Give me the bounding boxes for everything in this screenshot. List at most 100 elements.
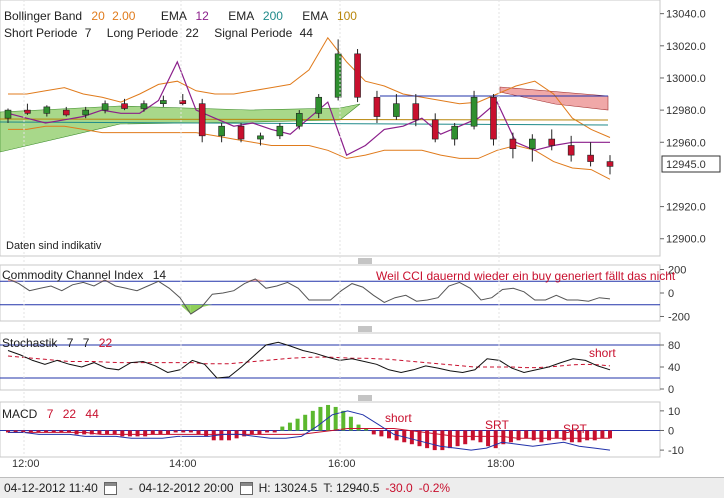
ema-12-value: 12 bbox=[196, 9, 210, 23]
candle-body bbox=[160, 100, 167, 104]
macd-signal: 44 bbox=[85, 407, 99, 421]
candle-body bbox=[82, 109, 89, 116]
candle-body bbox=[62, 109, 70, 116]
candle-body bbox=[4, 109, 12, 119]
calendar-icon[interactable] bbox=[103, 481, 117, 495]
cci-annotation: Weil CCI dauernd wieder ein buy generier… bbox=[376, 269, 676, 283]
stochastic-label: Stochastik bbox=[2, 336, 58, 350]
macd-histogram-bar bbox=[608, 430, 612, 439]
time-tick-label: 16:00 bbox=[328, 458, 356, 470]
macd-annotation: short bbox=[385, 411, 412, 425]
macd-histogram-bar bbox=[249, 430, 254, 435]
signal-period-label: Signal Periode bbox=[214, 26, 292, 40]
splitter-handle[interactable] bbox=[358, 258, 372, 264]
change-value: -30.0 bbox=[385, 481, 413, 495]
candle-body bbox=[43, 106, 51, 114]
macd-histogram-bar bbox=[486, 430, 491, 447]
macd-histogram-bar bbox=[166, 430, 171, 435]
macd-histogram-bar bbox=[455, 430, 460, 447]
macd-histogram-bar bbox=[158, 430, 163, 435]
macd-histogram-bar bbox=[265, 430, 270, 433]
candle-body bbox=[101, 103, 109, 111]
cci-tick-label: 0 bbox=[668, 288, 674, 300]
price-tick-label: 12980.0 bbox=[666, 105, 706, 117]
low-value: T: 12940.5 bbox=[323, 481, 380, 495]
candle-body bbox=[140, 103, 148, 109]
macd-histogram-bar bbox=[150, 430, 155, 435]
long-period-value: 22 bbox=[186, 26, 200, 40]
macd-histogram-bar bbox=[547, 430, 552, 441]
candle-body bbox=[393, 103, 400, 117]
macd-histogram-bar bbox=[417, 430, 422, 447]
macd-histogram-bar bbox=[600, 430, 605, 439]
price-tick-label: 13040.0 bbox=[666, 9, 706, 21]
macd-histogram-bar bbox=[539, 430, 544, 443]
macd-histogram-bar bbox=[127, 430, 132, 437]
candle-body bbox=[490, 96, 497, 140]
ema-label: EMA bbox=[228, 9, 254, 23]
candle-body bbox=[451, 125, 458, 140]
time-tick-label: 18:00 bbox=[487, 458, 515, 470]
status-bar: 04-12-2012 11:40 - 04-12-2012 20:00 H: 1… bbox=[0, 477, 724, 498]
macd-histogram-bar bbox=[188, 430, 193, 433]
end-datetime[interactable]: 04-12-2012 20:00 bbox=[139, 481, 234, 495]
macd-histogram-bar bbox=[105, 430, 110, 435]
macd-histogram-bar bbox=[303, 414, 308, 431]
candle-body bbox=[276, 125, 284, 137]
cci-label: Commodity Channel Index bbox=[2, 268, 143, 282]
macd-histogram-bar bbox=[181, 430, 186, 433]
candle-body bbox=[567, 145, 575, 156]
macd-histogram-bar bbox=[409, 430, 414, 445]
macd-fast: 7 bbox=[47, 407, 54, 421]
ema-100-value: 100 bbox=[337, 9, 357, 23]
short-period-label: Short Periode bbox=[4, 26, 78, 40]
candle-body bbox=[373, 96, 381, 117]
candle-body bbox=[548, 138, 556, 146]
candle-body bbox=[606, 161, 614, 167]
macd-histogram-bar bbox=[447, 430, 452, 449]
range-separator: - bbox=[128, 481, 133, 495]
macd-histogram-bar bbox=[143, 430, 148, 437]
splitter-handle[interactable] bbox=[358, 326, 372, 332]
macd-histogram-bar bbox=[318, 406, 323, 431]
macd-histogram-bar bbox=[196, 430, 201, 435]
macd-histogram-bar bbox=[524, 430, 529, 439]
macd-slow: 22 bbox=[63, 407, 77, 421]
macd-histogram-bar bbox=[371, 430, 376, 435]
macd-histogram-bar bbox=[135, 430, 140, 437]
change-percent: -0.2% bbox=[418, 481, 451, 495]
macd-histogram-bar bbox=[120, 430, 125, 437]
ema-label: EMA bbox=[302, 9, 328, 23]
stochastic-smoothing: 22 bbox=[99, 336, 113, 350]
ema-200-value: 200 bbox=[263, 9, 283, 23]
candle-body bbox=[121, 103, 128, 109]
stochastic-tick-label: 80 bbox=[668, 340, 680, 352]
macd-histogram-bar bbox=[592, 430, 597, 441]
candle-body bbox=[218, 125, 225, 137]
candle-body bbox=[431, 119, 439, 140]
time-tick-label: 12:00 bbox=[12, 458, 40, 470]
macd-tick-label: 0 bbox=[668, 425, 674, 437]
price-tick-label: 13020.0 bbox=[666, 41, 706, 53]
calendar-icon[interactable] bbox=[239, 481, 253, 495]
stochastic-tick-label: 40 bbox=[668, 362, 680, 374]
time-tick-label: 14:00 bbox=[169, 458, 197, 470]
candle-body bbox=[509, 138, 517, 150]
splitter-handle[interactable] bbox=[358, 395, 372, 401]
macd-histogram-bar bbox=[508, 430, 513, 443]
macd-histogram-bar bbox=[440, 430, 445, 451]
macd-histogram-bar bbox=[310, 410, 315, 431]
macd-annotation: SRT bbox=[485, 418, 509, 432]
price-tick-label: 12960.0 bbox=[666, 137, 706, 149]
chart-canvas: 13040.0 13020.0 13000.0 12980.0 12960.0 12920… bbox=[0, 0, 721, 470]
ichimoku-legend: Short Periode 7 Long Periode 22 Signal P… bbox=[4, 26, 313, 40]
start-datetime[interactable]: 04-12-2012 11:40 bbox=[4, 481, 98, 495]
macd-histogram-bar bbox=[333, 406, 338, 431]
price-tick-label: 13000.0 bbox=[666, 73, 706, 85]
ema-label: EMA bbox=[161, 9, 187, 23]
candle-body bbox=[354, 53, 361, 98]
short-period-value: 7 bbox=[85, 26, 92, 40]
macd-histogram-bar bbox=[257, 430, 262, 435]
macd-histogram-bar bbox=[280, 426, 285, 431]
macd-histogram-bar bbox=[516, 430, 521, 441]
